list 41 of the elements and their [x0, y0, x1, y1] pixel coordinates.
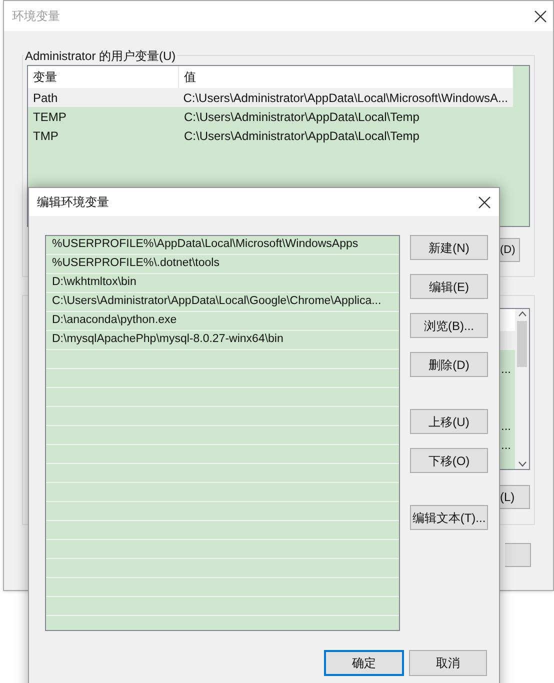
scroll-down-icon[interactable] — [518, 461, 526, 467]
table-cell-text: Path — [32, 90, 59, 106]
delete-button[interactable]: (D) — [500, 238, 520, 262]
dialog-button[interactable]: 删除(D) — [410, 352, 488, 377]
delete-button[interactable]: (L) — [500, 485, 530, 509]
scrollbar-thumb[interactable] — [517, 321, 527, 367]
table-cell-text: C:\Users\Administrator\AppData\Local\Microsoft\WindowsA... — [182, 90, 509, 106]
list-item[interactable]: %USERPROFILE%\.dotnet\tools — [46, 255, 399, 274]
table-cell-text: C:\Users\Administrator\AppData\Local\Temp — [183, 108, 420, 126]
cancel-button[interactable]: 取消 — [409, 650, 487, 676]
list-item[interactable]: D:\mysqlApachePhp\mysql-8.0.27-winx64\bin — [46, 331, 399, 350]
table-row[interactable]: TEMP C:\Users\Administrator\AppData\Local\Temp — [28, 107, 513, 126]
table-cell-text: TMP — [32, 128, 60, 144]
dialog-button[interactable]: 下移(O) — [410, 448, 488, 473]
ok-button[interactable]: 确定 — [324, 650, 404, 676]
column-header[interactable]: 值 — [179, 66, 513, 88]
close-icon[interactable] — [478, 196, 491, 208]
dialog-button[interactable]: 上移(U) — [410, 409, 488, 434]
table-cell-text: ... — [500, 418, 511, 435]
list-item[interactable]: C:\Users\Administrator\AppData\Local\Google\Chrome\Applica... — [46, 293, 399, 312]
table-row[interactable] — [500, 331, 515, 350]
dialog-title: 编辑环境变量 — [37, 194, 109, 211]
close-icon[interactable] — [534, 10, 547, 22]
list-item[interactable]: D:\wkhtmltox\bin — [46, 274, 399, 293]
dialog-button[interactable]: 浏览(B)... — [410, 313, 488, 338]
table-cell-text: C:\Users\Administrator\AppData\Local\Temp — [183, 128, 420, 144]
dialog-button[interactable]: 编辑文本(T)... — [410, 505, 488, 530]
dialog-button[interactable]: 编辑(E) — [410, 274, 488, 299]
scroll-up-icon[interactable] — [518, 311, 526, 317]
button[interactable] — [505, 543, 531, 567]
table-cell-text: ... — [500, 437, 511, 454]
table-cell-text: TEMP — [32, 108, 68, 126]
list-item[interactable]: D:\anaconda\python.exe — [46, 312, 399, 331]
scrollbar[interactable] — [515, 309, 529, 469]
table-row[interactable]: Path C:\Users\Administrator\AppData\Local\Microsoft\WindowsA... — [28, 88, 513, 107]
table-cell-text: ... — [500, 361, 511, 378]
table-row[interactable]: TMP C:\Users\Administrator\AppData\Local\Temp — [28, 126, 513, 145]
dialog-button[interactable]: 新建(N) — [410, 235, 488, 260]
window-title: 环境变量 — [12, 8, 60, 25]
list-item[interactable]: %USERPROFILE%\AppData\Local\Microsoft\WindowsApps — [46, 236, 399, 255]
group-label: Administrator 的用户变量(U) — [24, 47, 177, 65]
